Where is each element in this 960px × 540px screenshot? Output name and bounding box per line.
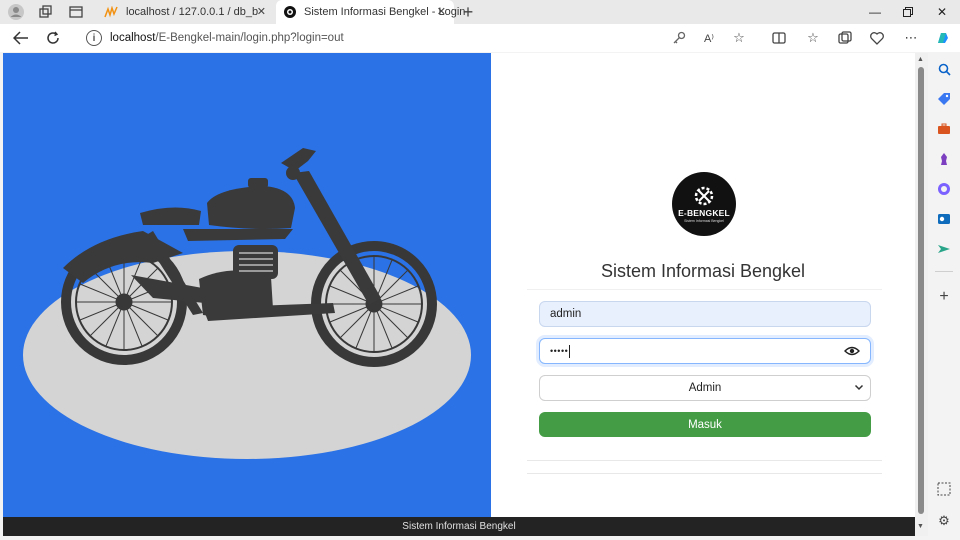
browser-toolbar: i localhost/E-Bengkel-main/login.php?log… bbox=[0, 24, 960, 52]
browser-essentials-icon[interactable] bbox=[868, 30, 886, 46]
footer-text: Sistem Informasi Bengkel bbox=[402, 521, 516, 532]
favorites-icon[interactable]: ☆ bbox=[804, 30, 822, 46]
text-cursor bbox=[569, 344, 571, 358]
card-divider bbox=[527, 473, 882, 474]
chevron-down-icon bbox=[854, 382, 864, 395]
split-screen-icon[interactable] bbox=[770, 30, 788, 46]
password-field[interactable]: ••••• bbox=[539, 338, 871, 364]
refresh-icon[interactable] bbox=[42, 28, 64, 48]
scroll-up-icon[interactable]: ▲ bbox=[917, 56, 924, 63]
show-password-eye-icon[interactable] bbox=[844, 344, 860, 358]
new-tab-button[interactable]: + bbox=[458, 2, 478, 22]
profile-icon[interactable] bbox=[6, 3, 26, 21]
front-wheel bbox=[311, 241, 437, 367]
edge-sidebar: + ⚙ bbox=[928, 52, 960, 540]
close-tab-icon[interactable]: ✕ bbox=[257, 5, 266, 18]
favorite-star-icon[interactable]: ☆ bbox=[730, 30, 748, 46]
sidebar-divider bbox=[935, 271, 953, 272]
tab-strip: localhost / 127.0.0.1 / db_bengkel ✕ Sis… bbox=[0, 0, 960, 24]
page-viewport: E-BENGKEL Sistem Informasi Bengkel Siste… bbox=[3, 53, 915, 536]
address-bar[interactable]: i localhost/E-Bengkel-main/login.php?log… bbox=[80, 27, 760, 49]
tab-title: localhost / 127.0.0.1 / db_bengkel bbox=[126, 6, 258, 18]
password-mask: ••••• bbox=[550, 346, 569, 356]
screenshot-icon[interactable] bbox=[934, 480, 954, 498]
close-window-button[interactable]: ✕ bbox=[927, 0, 957, 24]
motorcycle-illustration bbox=[23, 148, 471, 459]
settings-gear-icon[interactable]: ⚙ bbox=[934, 512, 954, 530]
logo-name: E-BENGKEL bbox=[678, 207, 730, 218]
microsoft-365-icon[interactable] bbox=[934, 180, 954, 198]
role-select[interactable]: Admin bbox=[539, 375, 871, 401]
hero-panel bbox=[3, 53, 491, 517]
key-icon[interactable] bbox=[670, 30, 688, 46]
username-value: admin bbox=[550, 308, 582, 320]
add-sidebar-icon[interactable]: + bbox=[934, 288, 954, 306]
workspaces-icon[interactable] bbox=[36, 3, 56, 21]
more-menu-icon[interactable]: ⋯ bbox=[902, 30, 920, 46]
tools-briefcase-icon[interactable] bbox=[934, 120, 954, 138]
logo-tagline: Sistem Informasi Bengkel bbox=[684, 218, 724, 223]
collections-icon[interactable] bbox=[836, 30, 854, 46]
scroll-thumb[interactable] bbox=[918, 67, 924, 514]
scroll-down-icon[interactable]: ▼ bbox=[917, 523, 924, 530]
search-icon[interactable] bbox=[934, 60, 954, 78]
outlook-icon[interactable] bbox=[934, 210, 954, 228]
minimize-button[interactable]: — bbox=[860, 0, 890, 24]
login-button[interactable]: Masuk bbox=[539, 412, 871, 437]
restore-button[interactable] bbox=[893, 0, 923, 24]
read-aloud-icon[interactable]: A⁾ bbox=[700, 30, 718, 46]
send-drop-icon[interactable] bbox=[934, 240, 954, 258]
e-bengkel-logo: E-BENGKEL Sistem Informasi Bengkel bbox=[672, 172, 736, 236]
close-tab-icon[interactable]: ✕ bbox=[437, 5, 446, 18]
role-selected-value: Admin bbox=[688, 382, 722, 394]
page-scrollbar[interactable]: ▲ ▼ bbox=[915, 53, 928, 536]
page-title: Sistem Informasi Bengkel bbox=[600, 261, 806, 281]
copilot-icon[interactable] bbox=[934, 30, 952, 46]
url-path: /E-Bengkel-main/login.php?login=out bbox=[155, 32, 344, 44]
site-info-icon[interactable]: i bbox=[86, 30, 102, 46]
page-footer: Sistem Informasi Bengkel bbox=[3, 517, 915, 536]
username-field[interactable]: admin bbox=[539, 301, 871, 327]
shopping-tag-icon[interactable] bbox=[934, 90, 954, 108]
tab-login[interactable]: Sistem Informasi Bengkel - Login ✕ bbox=[276, 0, 465, 24]
games-chess-icon[interactable] bbox=[934, 150, 954, 168]
url-host: localhost bbox=[110, 32, 156, 44]
back-icon[interactable] bbox=[10, 28, 32, 48]
login-panel: E-BENGKEL Sistem Informasi Bengkel Siste… bbox=[491, 53, 915, 517]
gear-wrench-icon bbox=[694, 186, 714, 205]
site-icon bbox=[284, 5, 296, 19]
tab-phpmyadmin[interactable]: localhost / 127.0.0.1 / db_bengkel ✕ bbox=[96, 0, 274, 24]
tab-actions-icon[interactable] bbox=[66, 3, 86, 21]
phpmyadmin-icon bbox=[104, 5, 118, 19]
